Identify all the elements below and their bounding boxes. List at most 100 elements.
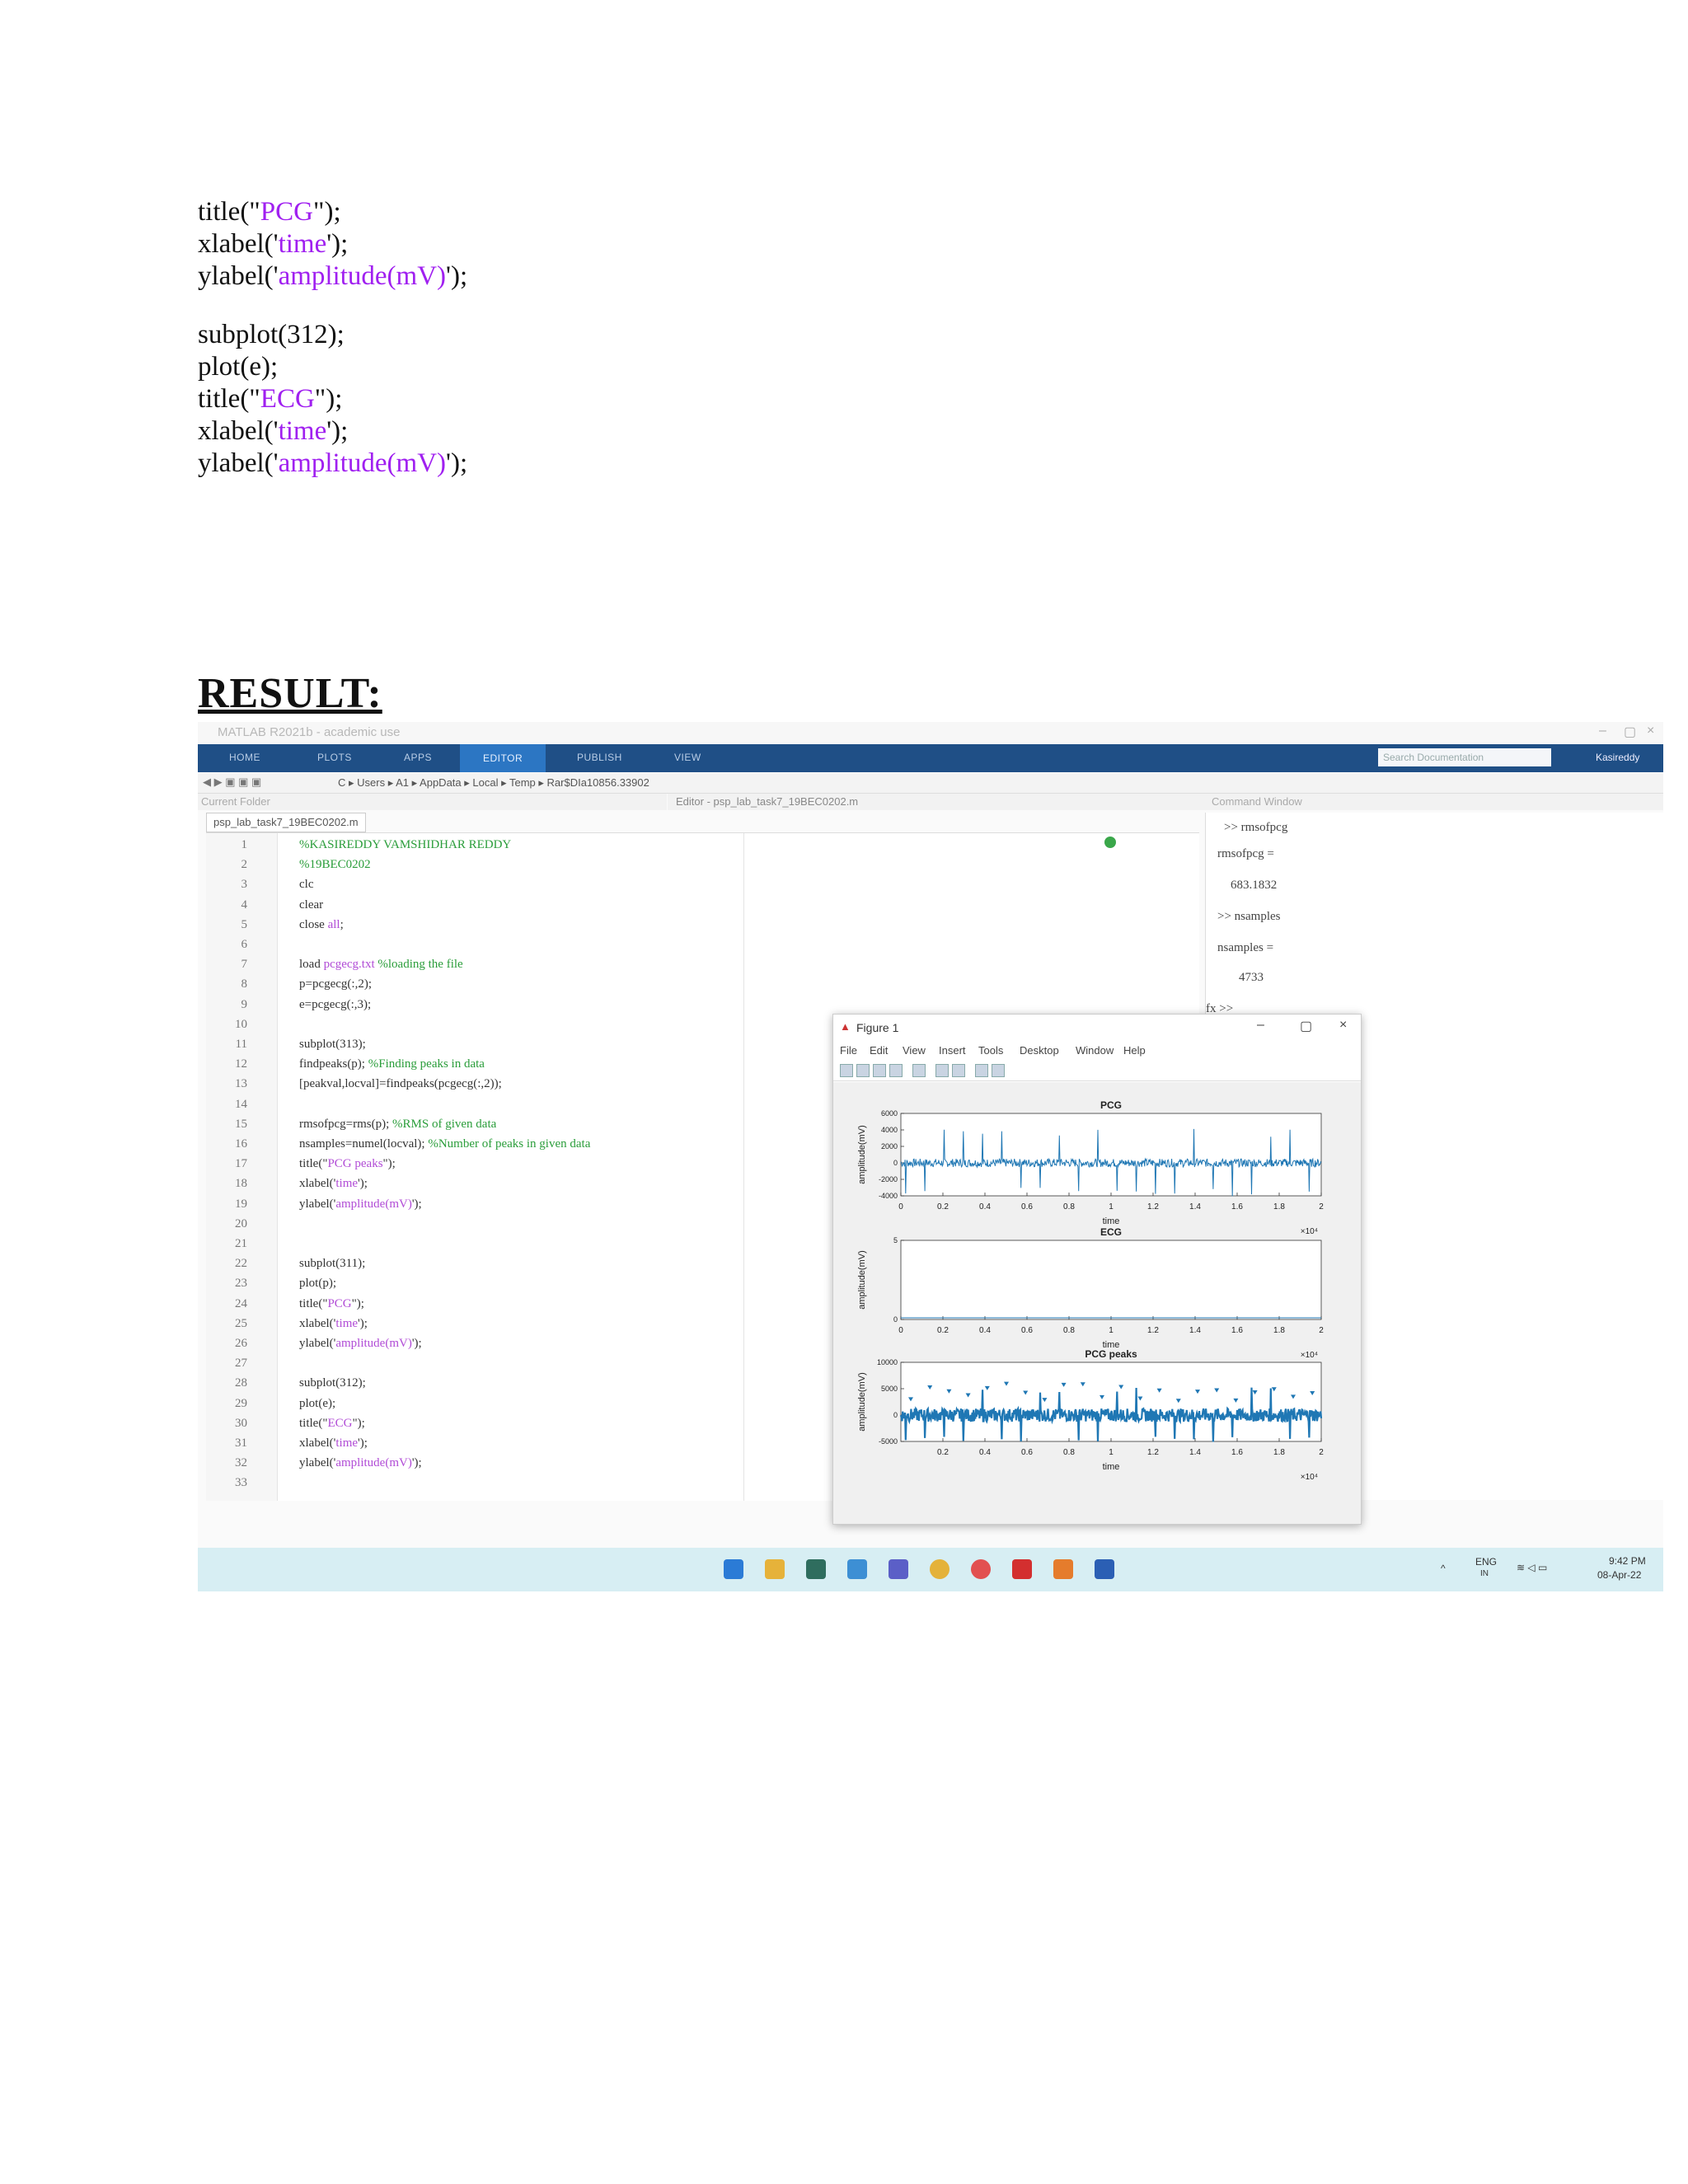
editor-code-line[interactable]: p=pcgecg(:,2); — [299, 977, 372, 991]
tab-view[interactable]: VIEW — [674, 752, 701, 763]
start-icon[interactable] — [724, 1559, 743, 1579]
tab-publish[interactable]: PUBLISH — [577, 752, 622, 763]
code-string: amplitude(mV) — [335, 1197, 412, 1211]
editor-code-line[interactable]: clc — [299, 878, 313, 892]
user-menu[interactable]: Kasireddy — [1596, 752, 1639, 763]
figure-minimize-icon[interactable]: – — [1257, 1018, 1264, 1033]
figure-maximize-icon[interactable]: ▢ — [1300, 1018, 1312, 1034]
tab-home[interactable]: HOME — [229, 752, 260, 763]
chevron-up-icon[interactable]: ^ — [1441, 1563, 1446, 1574]
clock-time[interactable]: 9:42 PM — [1609, 1555, 1646, 1567]
editor-code-line[interactable]: %19BEC0202 — [299, 858, 371, 872]
figure-menu-tools[interactable]: Tools — [978, 1044, 1003, 1057]
editor-code-line[interactable]: load pcgecg.txt %loading the file — [299, 958, 463, 972]
acrobat-icon[interactable] — [1012, 1559, 1032, 1579]
editor-code-line[interactable]: title("PCG peaks"); — [299, 1157, 396, 1171]
teams-icon[interactable] — [889, 1559, 908, 1579]
editor-code-line[interactable]: findpeaks(p); %Finding peaks in data — [299, 1057, 485, 1071]
editor-code-line[interactable]: ylabel('amplitude(mV)'); — [299, 1337, 422, 1351]
figure-menu-help[interactable]: Help — [1123, 1044, 1146, 1057]
chrome-icon[interactable] — [930, 1559, 950, 1579]
search-documentation-input[interactable]: Search Documentation — [1378, 748, 1551, 766]
y-tick-label: 5000 — [881, 1385, 898, 1393]
code-string: time — [278, 229, 327, 259]
close-icon[interactable]: × — [1647, 724, 1654, 738]
maximize-icon[interactable]: ▢ — [1624, 724, 1636, 740]
figure-menu-view[interactable]: View — [903, 1044, 926, 1057]
edit-plot-icon[interactable] — [975, 1064, 988, 1077]
mail-icon[interactable] — [847, 1559, 867, 1579]
editor-code-line[interactable]: title("ECG"); — [299, 1417, 365, 1431]
command-output-line: >> rmsofpcg — [1224, 821, 1288, 834]
editor-code-line[interactable]: clear — [299, 898, 323, 912]
editor-code-line[interactable]: ylabel('amplitude(mV)'); — [299, 1456, 422, 1470]
editor-file-tab[interactable]: psp_lab_task7_19BEC0202.m — [206, 813, 366, 832]
code-line: plot(e); — [198, 351, 467, 383]
line-number: 4 — [241, 898, 248, 912]
open-icon[interactable] — [856, 1064, 870, 1077]
minimize-icon[interactable]: – — [1599, 724, 1606, 738]
x-tick-label: 0.2 — [937, 1202, 949, 1212]
editor-code-line[interactable]: xlabel('time'); — [299, 1436, 368, 1451]
editor-code-line[interactable]: [peakval,locval]=findpeaks(pcgecg(:,2)); — [299, 1077, 502, 1091]
editor-code-line[interactable]: subplot(312); — [299, 1376, 366, 1390]
editor-code-line[interactable]: rmsofpcg=rms(p); %RMS of given data — [299, 1118, 496, 1132]
line-number: 14 — [235, 1097, 247, 1111]
code-text: clear — [299, 898, 324, 912]
line-number: 32 — [235, 1456, 247, 1470]
figure-menu-insert[interactable]: Insert — [939, 1044, 966, 1057]
tab-editor[interactable]: EDITOR — [460, 744, 546, 772]
recorder-icon[interactable] — [971, 1559, 991, 1579]
code-text: ylabel(' — [299, 1337, 336, 1350]
editor-code-line[interactable]: subplot(313); — [299, 1038, 366, 1052]
y-tick-label: 2000 — [881, 1142, 898, 1151]
figure-menu-edit[interactable]: Edit — [870, 1044, 888, 1057]
tab-plots[interactable]: PLOTS — [317, 752, 352, 763]
code-text: '); — [446, 448, 468, 478]
code-text: "); — [314, 384, 343, 414]
insert-colorbar-icon[interactable] — [935, 1064, 949, 1077]
editor-code-line[interactable]: nsamples=numel(locval); %Number of peaks… — [299, 1137, 590, 1151]
editor-code-line[interactable]: subplot(311); — [299, 1257, 365, 1271]
back-forward-icons[interactable]: ◀ ▶ ▣ ▣ ▣ — [203, 776, 261, 789]
editor-code-line[interactable]: %KASIREDDY VAMSHIDHAR REDDY — [299, 838, 511, 852]
insert-legend-icon[interactable] — [952, 1064, 965, 1077]
figure-window[interactable]: ▲ Figure 1 – ▢ × File Edit View Insert Tools… — [832, 1014, 1362, 1525]
figure-menu-window[interactable]: Window — [1076, 1044, 1114, 1057]
wifi-volume-battery-icons[interactable]: ≋ ◁ ▭ — [1517, 1562, 1547, 1573]
word-icon[interactable] — [1095, 1559, 1114, 1579]
line-number: 19 — [235, 1197, 247, 1211]
editor-code-line[interactable]: ylabel('amplitude(mV)'); — [299, 1197, 422, 1212]
editor-code-line[interactable]: plot(p); — [299, 1277, 336, 1291]
print-icon[interactable] — [889, 1064, 903, 1077]
new-figure-icon[interactable] — [840, 1064, 853, 1077]
x-tick-label: 0.8 — [1063, 1326, 1075, 1335]
line-number: 3 — [241, 878, 248, 892]
x-tick-label: 0.6 — [1021, 1202, 1033, 1212]
current-path[interactable]: C ▸ Users ▸ A1 ▸ AppData ▸ Local ▸ Temp … — [338, 776, 649, 790]
language-indicator[interactable]: ENG — [1475, 1556, 1497, 1568]
save-icon[interactable] — [873, 1064, 886, 1077]
link-plot-icon[interactable] — [912, 1064, 926, 1077]
editor-code-line[interactable]: close all; — [299, 918, 344, 932]
line-number: 26 — [235, 1337, 247, 1350]
y-tick-label: 0 — [893, 1411, 898, 1419]
figure-menu-desktop[interactable]: Desktop — [1020, 1044, 1059, 1057]
figure-menu-file[interactable]: File — [840, 1044, 857, 1057]
editor-code-line[interactable]: plot(e); — [299, 1397, 335, 1411]
x-tick-label: 1.6 — [1231, 1202, 1243, 1212]
matlab-icon: ▲ — [840, 1020, 851, 1033]
code-string: time — [335, 1436, 359, 1450]
file-explorer-icon[interactable] — [765, 1559, 785, 1579]
property-inspector-icon[interactable] — [992, 1064, 1005, 1077]
line-number: 29 — [235, 1396, 247, 1410]
calculator-icon[interactable] — [806, 1559, 826, 1579]
tab-apps[interactable]: APPS — [404, 752, 432, 763]
x-tick-label: 0 — [898, 1202, 903, 1212]
figure-close-icon[interactable]: × — [1339, 1018, 1347, 1033]
matlab-taskbar-icon[interactable] — [1053, 1559, 1073, 1579]
editor-code-line[interactable]: title("PCG"); — [299, 1297, 364, 1311]
editor-code-line[interactable]: e=pcgecg(:,3); — [299, 998, 371, 1012]
editor-code-line[interactable]: xlabel('time'); — [299, 1177, 368, 1191]
editor-code-line[interactable]: xlabel('time'); — [299, 1317, 368, 1331]
